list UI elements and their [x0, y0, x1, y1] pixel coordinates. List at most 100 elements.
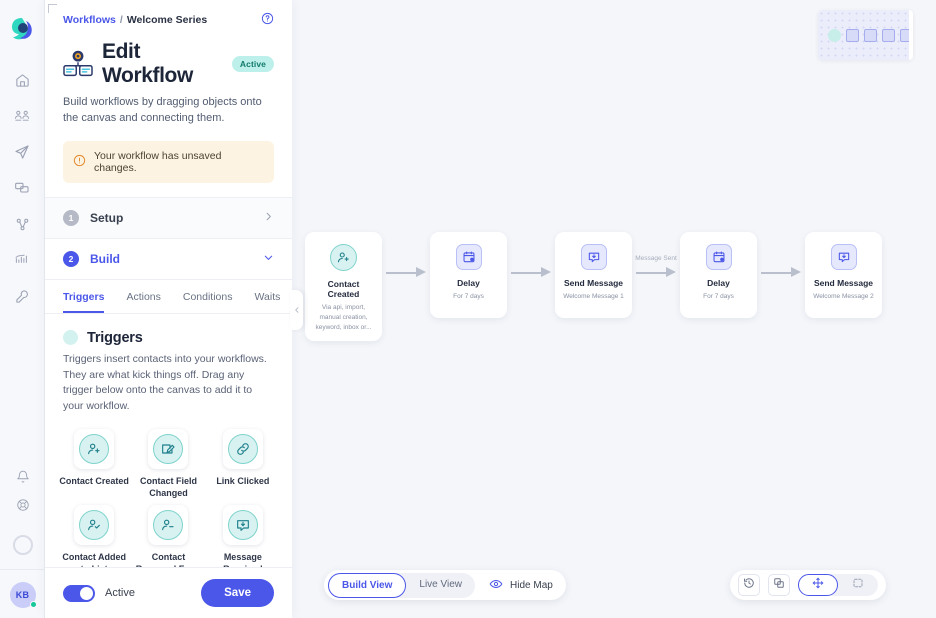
edge-label: Message Sent: [632, 255, 680, 262]
user-check-icon: [79, 510, 109, 540]
tab-triggers[interactable]: Triggers: [63, 280, 104, 313]
hide-map-button[interactable]: Hide Map: [489, 577, 553, 594]
avatar[interactable]: KB: [10, 582, 36, 608]
minimap-node: [846, 29, 859, 42]
triggers-section-description: Triggers insert contacts into your workf…: [45, 346, 292, 415]
node-subtitle: Welcome Message 2: [813, 292, 874, 302]
build-view-tab[interactable]: Build View: [328, 573, 406, 598]
workflow-node-icon: [15, 217, 30, 232]
triggers-section-title: Triggers: [87, 330, 143, 346]
workflow-illustration-icon: [63, 50, 93, 78]
workflow-flow: Contact Created Via api, import, manual …: [305, 232, 882, 341]
lifebuoy-icon: [16, 498, 30, 512]
minimap-trigger-node: [828, 29, 841, 42]
step-build[interactable]: 2 Build: [45, 239, 292, 280]
node-subtitle: For 7 days: [703, 292, 734, 302]
trigger-contact-field-changed[interactable]: Contact Field Changed: [133, 429, 203, 499]
sidebar-item-tools[interactable]: [7, 282, 37, 310]
edge-line: [511, 272, 543, 274]
trigger-label: Contact Added to List: [59, 551, 129, 567]
tab-conditions[interactable]: Conditions: [183, 280, 233, 313]
trigger-contact-removed-from-list[interactable]: Contact Removed From List: [133, 505, 203, 567]
trigger-grid: Contact Created Contact Field Changed Li…: [45, 415, 292, 567]
notifications-button[interactable]: [8, 463, 38, 491]
edge-line: [761, 272, 793, 274]
page-subtitle: Build workflows by dragging objects onto…: [63, 95, 274, 127]
node-title: Send Message: [814, 278, 873, 288]
node-send-message-1[interactable]: Send Message Welcome Message 1: [555, 232, 632, 318]
trigger-label: Contact Created: [59, 475, 129, 487]
warning-circle-icon: [73, 154, 86, 170]
minimap-node: [864, 29, 877, 42]
step-setup[interactable]: 1 Setup: [45, 198, 292, 239]
trigger-contact-added-to-list[interactable]: Contact Added to List: [59, 505, 129, 567]
user-minus-icon: [153, 510, 183, 540]
minimap[interactable]: [818, 10, 913, 60]
calendar-clock-icon: [706, 244, 732, 270]
node-send-message-2[interactable]: Send Message Welcome Message 2: [805, 232, 882, 318]
node-delay-2[interactable]: Delay For 7 days: [680, 232, 757, 318]
link-icon: [228, 434, 258, 464]
panel-footer: Active Save: [45, 567, 292, 618]
sidebar-item-campaigns[interactable]: [7, 138, 37, 166]
trigger-tile-box: [148, 505, 188, 545]
trigger-tile-box: [223, 429, 263, 469]
sidebar-item-home[interactable]: [7, 66, 37, 94]
history-icon: [743, 576, 755, 594]
trigger-tile-box: [148, 429, 188, 469]
sidebar-item-workflows[interactable]: [7, 210, 37, 238]
panel-collapse-handle[interactable]: [290, 290, 303, 330]
trigger-tile-box: [74, 505, 114, 545]
breadcrumb-current: Welcome Series: [127, 14, 207, 26]
step-setup-number: 1: [63, 210, 79, 226]
tab-waits[interactable]: Waits: [255, 280, 281, 313]
progress-circle-icon[interactable]: [13, 535, 33, 555]
node-delay-1[interactable]: Delay For 7 days: [430, 232, 507, 318]
active-toggle-label: Active: [105, 587, 135, 599]
sidebar-item-inbox[interactable]: [7, 174, 37, 202]
message-down-icon: [831, 244, 857, 270]
step-build-number: 2: [63, 251, 79, 267]
step-build-label: Build: [90, 252, 120, 266]
duplicate-button[interactable]: [768, 574, 790, 596]
trigger-tile-box: [223, 505, 263, 545]
select-mode-button[interactable]: [838, 574, 878, 596]
trigger-message-received[interactable]: Message Received: [208, 505, 278, 567]
builder-tabs: Triggers Actions Conditions Waits: [45, 280, 292, 314]
live-view-tab[interactable]: Live View: [406, 573, 475, 598]
trigger-link-clicked[interactable]: Link Clicked: [208, 429, 278, 499]
minimap-node: [882, 29, 895, 42]
workflow-canvas[interactable]: Contact Created Via api, import, manual …: [292, 0, 936, 618]
pan-mode-button[interactable]: [798, 574, 838, 596]
save-button[interactable]: Save: [201, 579, 274, 607]
history-button[interactable]: [738, 574, 760, 596]
workflow-editor-app: KB Workflows / Welcome Series: [0, 0, 936, 618]
edge-connector: [757, 232, 805, 318]
breadcrumb-workflows-link[interactable]: Workflows: [63, 14, 116, 26]
node-title: Delay: [707, 278, 730, 288]
calendar-clock-icon: [456, 244, 482, 270]
step-setup-label: Setup: [90, 211, 123, 225]
question-circle-icon[interactable]: [261, 12, 274, 28]
support-button[interactable]: [8, 491, 38, 519]
edge-arrow: [416, 267, 426, 277]
edge-arrow: [666, 267, 676, 277]
sidebar-item-contacts[interactable]: [7, 102, 37, 130]
trigger-contact-created[interactable]: Contact Created: [59, 429, 129, 499]
edit-card-icon: [153, 434, 183, 464]
sidebar-item-analytics[interactable]: [7, 246, 37, 274]
bell-icon: [16, 470, 30, 484]
rail-nav-list: [7, 66, 37, 310]
status-badge: Active: [232, 56, 274, 72]
page-title-row: Edit Workflow Active: [63, 40, 274, 88]
node-contact-created[interactable]: Contact Created Via api, import, manual …: [305, 232, 382, 341]
triggers-color-dot: [63, 330, 78, 345]
triggers-section-header: Triggers: [45, 314, 292, 346]
step-list: 1 Setup 2 Build: [45, 197, 292, 280]
tab-actions[interactable]: Actions: [126, 280, 160, 313]
copy-icon: [773, 576, 785, 594]
app-logo[interactable]: [9, 16, 35, 42]
trigger-label: Contact Removed From List: [133, 551, 203, 567]
active-toggle[interactable]: [63, 585, 95, 602]
alert-text: Your workflow has unsaved changes.: [94, 150, 264, 174]
